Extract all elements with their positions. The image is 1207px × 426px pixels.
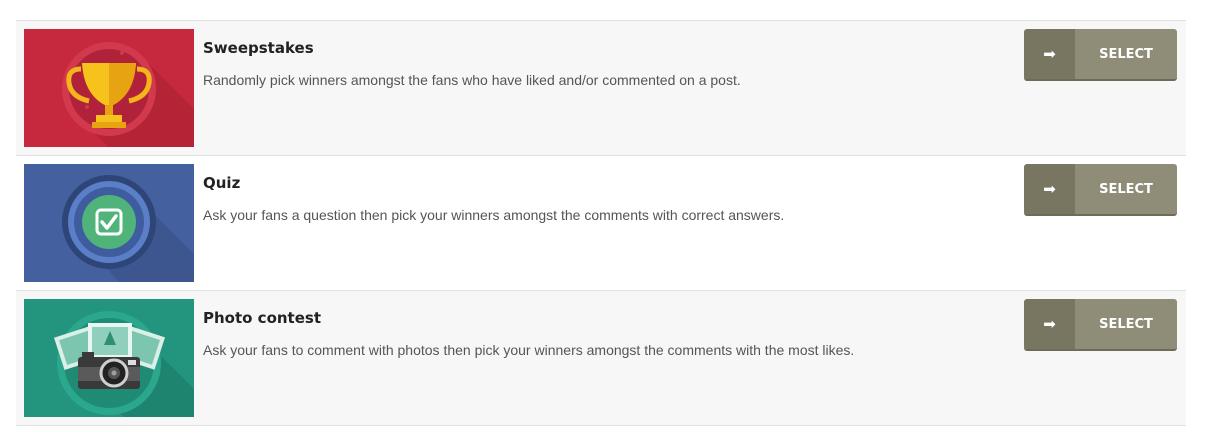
list-item-photo-contest: Photo contest Ask your fans to comment w…	[16, 291, 1186, 426]
item-title: Quiz	[203, 174, 241, 192]
select-button-label: SELECT	[1075, 164, 1177, 214]
item-title: Sweepstakes	[203, 39, 314, 57]
item-description: Ask your fans a question then pick your …	[203, 207, 785, 223]
select-button-label: SELECT	[1075, 299, 1177, 349]
contest-type-list: Sweepstakes Randomly pick winners amongs…	[16, 20, 1186, 426]
list-item-sweepstakes: Sweepstakes Randomly pick winners amongs…	[16, 21, 1186, 156]
select-photo-contest-button[interactable]: ➡ SELECT	[1024, 299, 1177, 349]
quiz-thumbnail	[24, 164, 194, 282]
photo-contest-thumbnail	[24, 299, 194, 417]
arrow-right-icon: ➡	[1024, 164, 1075, 214]
list-item-quiz: Quiz Ask your fans a question then pick …	[16, 156, 1186, 291]
item-description: Randomly pick winners amongst the fans w…	[203, 72, 741, 88]
arrow-right-icon: ➡	[1024, 29, 1075, 79]
item-title: Photo contest	[203, 309, 321, 327]
sweepstakes-thumbnail	[24, 29, 194, 147]
checkmark-icon	[24, 164, 194, 282]
select-sweepstakes-button[interactable]: ➡ SELECT	[1024, 29, 1177, 79]
select-button-label: SELECT	[1075, 29, 1177, 79]
select-quiz-button[interactable]: ➡ SELECT	[1024, 164, 1177, 214]
camera-icon	[24, 299, 194, 417]
arrow-right-icon: ➡	[1024, 299, 1075, 349]
item-description: Ask your fans to comment with photos the…	[203, 342, 855, 358]
trophy-icon	[24, 29, 194, 147]
